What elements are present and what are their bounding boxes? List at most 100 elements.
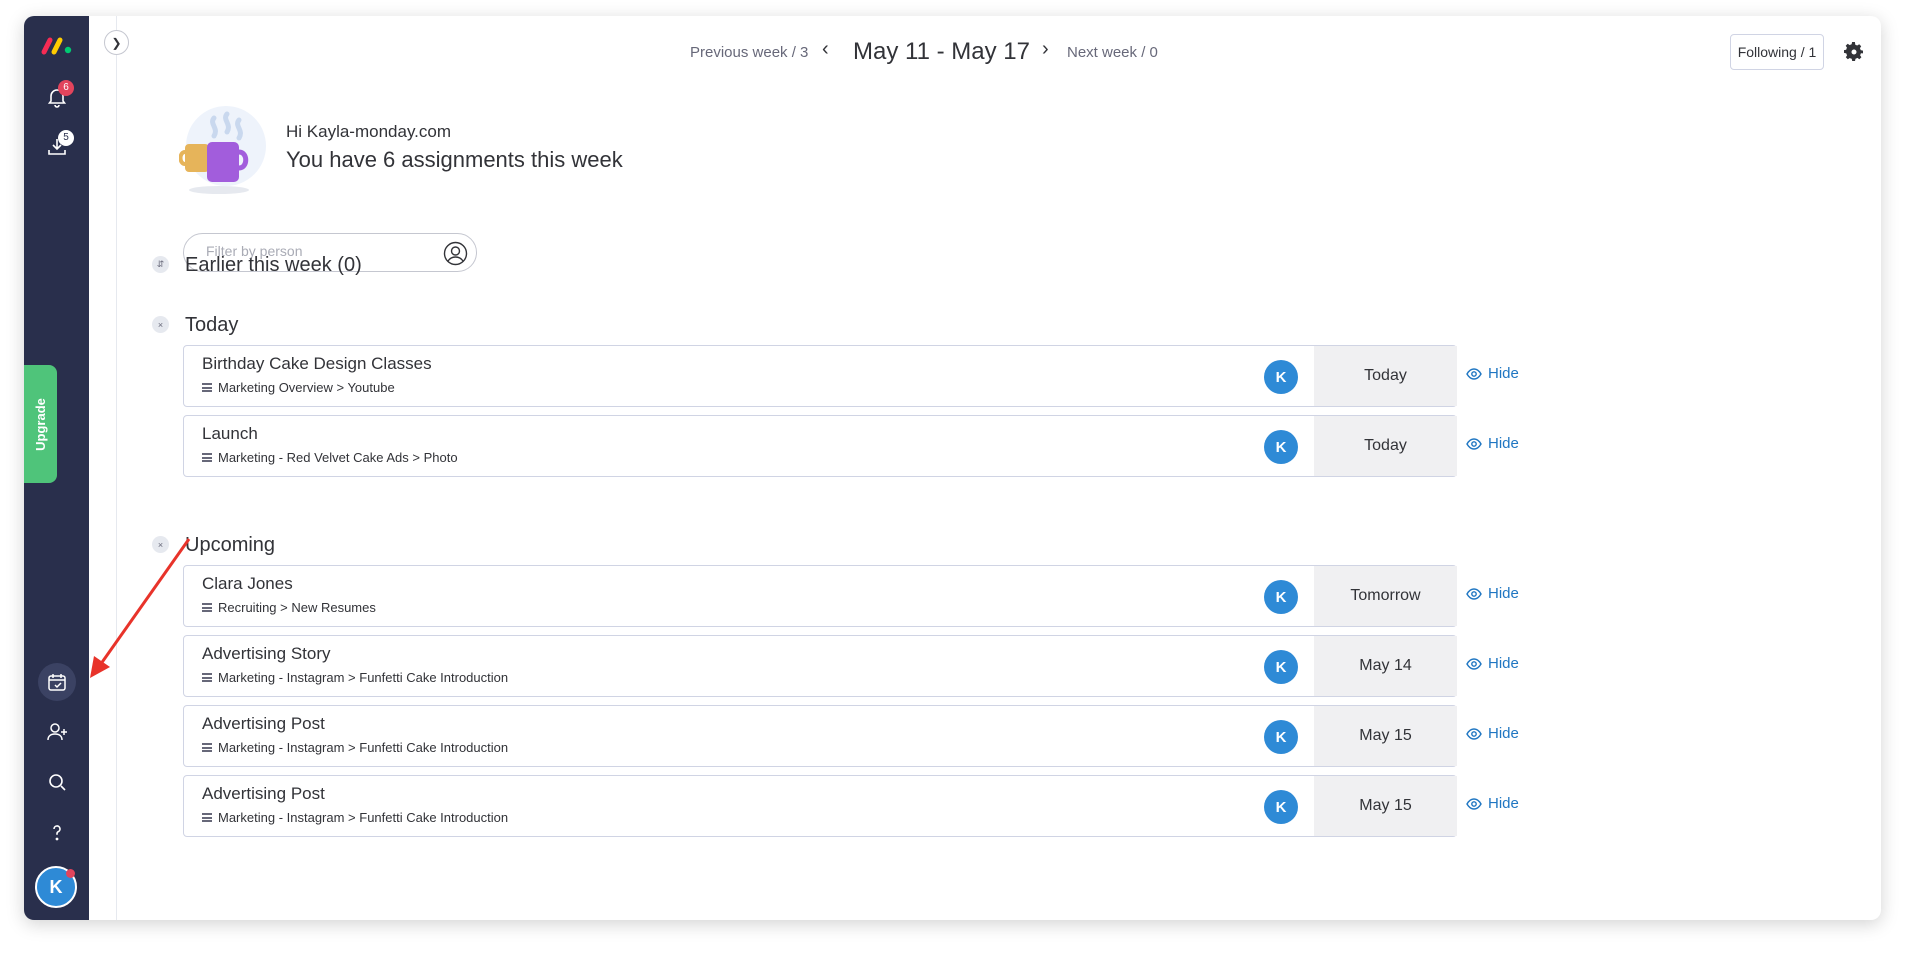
hide-label: Hide — [1488, 585, 1519, 602]
list-item[interactable]: Clara Jones Recruiting > New Resumes K T… — [183, 565, 1457, 627]
avatar-status-dot — [66, 869, 75, 878]
list-item[interactable]: Birthday Cake Design Classes Marketing O… — [183, 345, 1457, 407]
menu-lines-icon — [202, 603, 212, 612]
item-board-path: Marketing - Red Velvet Cake Ads > Photo — [202, 450, 458, 465]
item-name[interactable]: Advertising Post — [202, 784, 325, 804]
eye-icon — [1466, 797, 1482, 810]
upgrade-button[interactable]: Upgrade — [24, 365, 57, 483]
section-upcoming-title: Upcoming — [185, 534, 276, 556]
item-name[interactable]: Birthday Cake Design Classes — [202, 354, 432, 374]
collapse-icon: × — [157, 319, 164, 330]
annotation-arrow-icon — [90, 538, 191, 678]
notifications-button[interactable]: 6 — [38, 78, 76, 116]
assignee-avatar[interactable]: K — [1264, 720, 1298, 754]
hide-label: Hide — [1488, 725, 1519, 742]
greeting-text: Hi Kayla-monday.com — [286, 122, 452, 141]
item-date[interactable]: May 14 — [1314, 636, 1457, 696]
item-date[interactable]: May 15 — [1314, 776, 1457, 836]
previous-week-link[interactable]: Previous week / 3 — [690, 44, 808, 61]
hide-label: Hide — [1488, 795, 1519, 812]
menu-lines-icon — [202, 743, 212, 752]
person-circle-icon[interactable] — [443, 241, 468, 266]
item-name[interactable]: Advertising Story — [202, 644, 331, 664]
item-date[interactable]: Tomorrow — [1314, 566, 1457, 626]
my-work-button[interactable] — [38, 663, 76, 701]
item-board-path-text: Marketing Overview > Youtube — [218, 380, 395, 395]
notifications-badge: 6 — [58, 80, 74, 96]
hide-button[interactable]: Hide — [1466, 655, 1519, 672]
coffee-mugs-illustration — [179, 106, 266, 194]
item-board-path: Marketing Overview > Youtube — [202, 380, 395, 395]
list-item[interactable]: Advertising Post Marketing - Instagram >… — [183, 775, 1457, 837]
assignee-avatar[interactable]: K — [1264, 430, 1298, 464]
search-button[interactable] — [38, 763, 76, 801]
item-board-path-text: Marketing - Instagram > Funfetti Cake In… — [218, 810, 509, 825]
week-navigation: Previous week / 3 ‹ May 11 - May 17 › Ne… — [24, 38, 1881, 68]
assignee-avatar[interactable]: K — [1264, 580, 1298, 614]
user-avatar[interactable]: K — [35, 866, 77, 908]
eye-icon — [1466, 657, 1482, 670]
eye-icon — [1466, 367, 1482, 380]
menu-lines-icon — [202, 673, 212, 682]
next-week-link[interactable]: Next week / 0 — [1067, 44, 1158, 61]
hide-label: Hide — [1488, 365, 1519, 382]
invite-members-button[interactable] — [38, 713, 76, 751]
hide-label: Hide — [1488, 655, 1519, 672]
section-earlier-title: Earlier this week — [185, 254, 332, 276]
expand-icon: ⇵ — [156, 259, 165, 269]
app-window: 6 5 Upgrade K ❯ Previous week / 3 ‹ May … — [24, 16, 1881, 920]
item-board-path: Marketing - Instagram > Funfetti Cake In… — [202, 670, 508, 685]
list-item[interactable]: Advertising Post Marketing - Instagram >… — [183, 705, 1457, 767]
week-range: May 11 - May 17 — [853, 38, 1030, 65]
gear-icon[interactable] — [1842, 40, 1866, 64]
collapse-today-toggle[interactable]: × — [152, 316, 169, 333]
item-name[interactable]: Launch — [202, 424, 258, 444]
item-board-path-text: Marketing - Instagram > Funfetti Cake In… — [218, 740, 509, 755]
inbox-button[interactable]: 5 — [38, 128, 76, 166]
upgrade-label: Upgrade — [33, 397, 49, 451]
help-button[interactable] — [38, 813, 76, 851]
hide-button[interactable]: Hide — [1466, 795, 1519, 812]
assignee-avatar[interactable]: K — [1264, 360, 1298, 394]
list-item[interactable]: Advertising Story Marketing - Instagram … — [183, 635, 1457, 697]
item-board-path-text: Recruiting > New Resumes — [218, 600, 376, 615]
question-mark-icon — [53, 825, 61, 841]
expand-earlier-toggle[interactable]: ⇵ — [152, 256, 169, 273]
panel-divider — [116, 16, 117, 920]
hide-button[interactable]: Hide — [1466, 435, 1519, 452]
hide-button[interactable]: Hide — [1466, 585, 1519, 602]
assignee-avatar[interactable]: K — [1264, 790, 1298, 824]
section-today-title: Today — [185, 314, 239, 336]
calendar-check-icon — [48, 674, 66, 691]
following-button[interactable]: Following / 1 — [1730, 34, 1824, 70]
section-earlier-count: (0) — [337, 254, 362, 276]
item-board-path: Recruiting > New Resumes — [202, 600, 376, 615]
eye-icon — [1466, 727, 1482, 740]
hide-label: Hide — [1488, 435, 1519, 452]
user-avatar-initial: K — [49, 876, 63, 897]
item-date[interactable]: May 15 — [1314, 706, 1457, 766]
menu-lines-icon — [202, 383, 212, 392]
left-sidebar: 6 5 Upgrade K — [24, 16, 89, 920]
add-user-icon — [47, 723, 67, 741]
section-earlier-this-week: Earlier this week (0) — [185, 254, 362, 277]
list-item[interactable]: Launch Marketing - Red Velvet Cake Ads >… — [183, 415, 1457, 477]
chevron-left-icon[interactable]: ‹ — [822, 38, 829, 61]
item-board-path-text: Marketing - Red Velvet Cake Ads > Photo — [218, 450, 458, 465]
eye-icon — [1466, 587, 1482, 600]
assignments-summary: You have 6 assignments this week — [286, 147, 623, 172]
assignee-avatar[interactable]: K — [1264, 650, 1298, 684]
hide-button[interactable]: Hide — [1466, 725, 1519, 742]
item-board-path: Marketing - Instagram > Funfetti Cake In… — [202, 740, 508, 755]
item-name[interactable]: Clara Jones — [202, 574, 293, 594]
item-board-path: Marketing - Instagram > Funfetti Cake In… — [202, 810, 508, 825]
inbox-badge: 5 — [58, 130, 74, 146]
item-date[interactable]: Today — [1314, 416, 1457, 476]
menu-lines-icon — [202, 453, 212, 462]
item-board-path-text: Marketing - Instagram > Funfetti Cake In… — [218, 670, 509, 685]
hide-button[interactable]: Hide — [1466, 365, 1519, 382]
item-name[interactable]: Advertising Post — [202, 714, 325, 734]
chevron-right-icon[interactable]: › — [1042, 38, 1049, 61]
item-date[interactable]: Today — [1314, 346, 1457, 406]
eye-icon — [1466, 437, 1482, 450]
